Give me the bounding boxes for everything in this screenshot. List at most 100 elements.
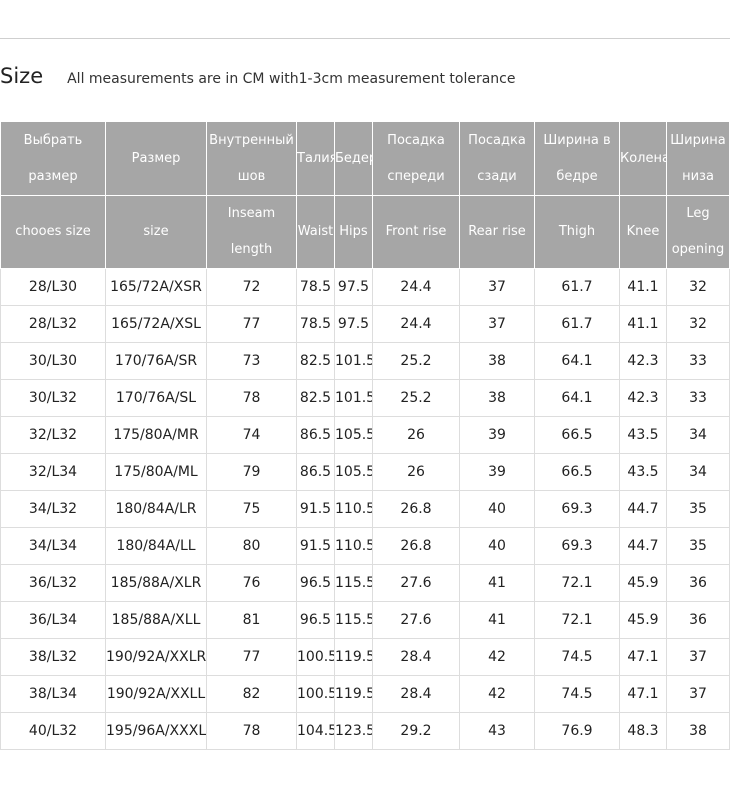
table-cell: 180/84A/LL — [105, 527, 207, 565]
table-cell: 43.5 — [619, 453, 667, 491]
table-row: 36/L34 185/88A/XLL 81 96.5 115.5 27.6 41 72.1 45… — [0, 601, 730, 639]
table-cell: 119.5 — [334, 638, 373, 676]
table-cell: 64.1 — [534, 342, 620, 380]
table-cell: 170/76A/SR — [105, 342, 207, 380]
table-cell: 48.3 — [619, 712, 667, 750]
table-cell: 78.5 — [296, 268, 335, 306]
table-cell: 100.5 — [296, 675, 335, 713]
table-cell: 32 — [666, 268, 730, 306]
header-cell-en: Thigh — [534, 195, 620, 269]
table-cell: 38/L34 — [0, 675, 106, 713]
table-cell: 39 — [459, 453, 535, 491]
table-cell: 76 — [206, 564, 297, 602]
table-cell: 96.5 — [296, 564, 335, 602]
header-cell-ru: Выбрать размер — [0, 121, 106, 196]
table-cell: 25.2 — [372, 379, 460, 417]
table-cell: 24.4 — [372, 305, 460, 343]
table-cell: 43.5 — [619, 416, 667, 454]
table-row: 32/L32 175/80A/MR 74 86.5 105.5 26 39 66.5 43.5 3… — [0, 416, 730, 454]
table-cell: 74.5 — [534, 675, 620, 713]
table-cell: 77 — [206, 638, 297, 676]
header-cell-en: Front rise — [372, 195, 460, 269]
table-cell: 175/80A/MR — [105, 416, 207, 454]
table-cell: 26 — [372, 416, 460, 454]
table-cell: 37 — [666, 675, 730, 713]
table-cell: 78 — [206, 712, 297, 750]
size-chart-table: Выбрать размер Размер Внутренный шов Тал… — [0, 121, 730, 750]
table-cell: 28/L30 — [0, 268, 106, 306]
table-cell: 82 — [206, 675, 297, 713]
header-cell-en: size — [105, 195, 207, 269]
table-cell: 165/72A/XSR — [105, 268, 207, 306]
table-cell: 101.5 — [334, 342, 373, 380]
table-cell: 26.8 — [372, 490, 460, 528]
table-cell: 41 — [459, 564, 535, 602]
header-cell-ru: Размер — [105, 121, 207, 196]
top-divider — [0, 38, 730, 39]
table-cell: 78 — [206, 379, 297, 417]
table-cell: 33 — [666, 379, 730, 417]
table-cell: 185/88A/XLL — [105, 601, 207, 639]
table-cell: 32/L34 — [0, 453, 106, 491]
table-cell: 39 — [459, 416, 535, 454]
table-cell: 74.5 — [534, 638, 620, 676]
table-cell: 30/L32 — [0, 379, 106, 417]
table-cell: 72 — [206, 268, 297, 306]
table-cell: 38 — [459, 379, 535, 417]
table-cell: 44.7 — [619, 527, 667, 565]
table-row: 34/L32 180/84A/LR 75 91.5 110.5 26.8 40 69.3 44.… — [0, 490, 730, 528]
table-cell: 97.5 — [334, 305, 373, 343]
table-cell: 78.5 — [296, 305, 335, 343]
table-cell: 42 — [459, 638, 535, 676]
table-cell: 45.9 — [619, 601, 667, 639]
header-cell-ru: Бедер — [334, 121, 373, 196]
table-cell: 170/76A/SL — [105, 379, 207, 417]
table-cell: 76.9 — [534, 712, 620, 750]
header-cell-ru: Посадка спереди — [372, 121, 460, 196]
table-cell: 66.5 — [534, 416, 620, 454]
table-cell: 79 — [206, 453, 297, 491]
table-cell: 37 — [666, 638, 730, 676]
table-cell: 165/72A/XSL — [105, 305, 207, 343]
header-cell-en: Rear rise — [459, 195, 535, 269]
table-cell: 61.7 — [534, 268, 620, 306]
table-cell: 82.5 — [296, 379, 335, 417]
table-cell: 32 — [666, 305, 730, 343]
table-cell: 47.1 — [619, 638, 667, 676]
table-cell: 36/L32 — [0, 564, 106, 602]
page-title: Size — [0, 64, 44, 88]
table-cell: 86.5 — [296, 453, 335, 491]
table-cell: 38 — [459, 342, 535, 380]
table-cell: 64.1 — [534, 379, 620, 417]
table-cell: 91.5 — [296, 527, 335, 565]
table-row: 38/L34 190/92A/XXLL 82 100.5 119.5 28.4 42 74.5… — [0, 675, 730, 713]
header-cell-en: Leg opening — [666, 195, 730, 269]
table-cell: 38 — [666, 712, 730, 750]
table-cell: 77 — [206, 305, 297, 343]
table-cell: 35 — [666, 527, 730, 565]
header-cell-ru: Ширина в бедре — [534, 121, 620, 196]
table-cell: 32/L32 — [0, 416, 106, 454]
table-cell: 36 — [666, 564, 730, 602]
table-cell: 96.5 — [296, 601, 335, 639]
table-cell: 72.1 — [534, 601, 620, 639]
table-cell: 75 — [206, 490, 297, 528]
table-cell: 110.5 — [334, 527, 373, 565]
table-cell: 26 — [372, 453, 460, 491]
table-cell: 42 — [459, 675, 535, 713]
title-row: Size All measurements are in CM with1-3c… — [0, 64, 516, 94]
table-row: 30/L30 170/76A/SR 73 82.5 101.5 25.2 38 64.1 42.… — [0, 342, 730, 380]
table-cell: 34/L34 — [0, 527, 106, 565]
table-cell: 28/L32 — [0, 305, 106, 343]
table-cell: 101.5 — [334, 379, 373, 417]
table-cell: 29.2 — [372, 712, 460, 750]
table-cell: 190/92A/XXLR — [105, 638, 207, 676]
table-cell: 45.9 — [619, 564, 667, 602]
table-cell: 73 — [206, 342, 297, 380]
table-row: 36/L32 185/88A/XLR 76 96.5 115.5 27.6 41 72.1 45… — [0, 564, 730, 602]
table-cell: 110.5 — [334, 490, 373, 528]
table-row: 28/L32 165/72A/XSL 77 78.5 97.5 24.4 37 61.7 41.… — [0, 305, 730, 343]
table-cell: 42.3 — [619, 379, 667, 417]
table-cell: 35 — [666, 490, 730, 528]
header-cell-en: chooes size — [0, 195, 106, 269]
